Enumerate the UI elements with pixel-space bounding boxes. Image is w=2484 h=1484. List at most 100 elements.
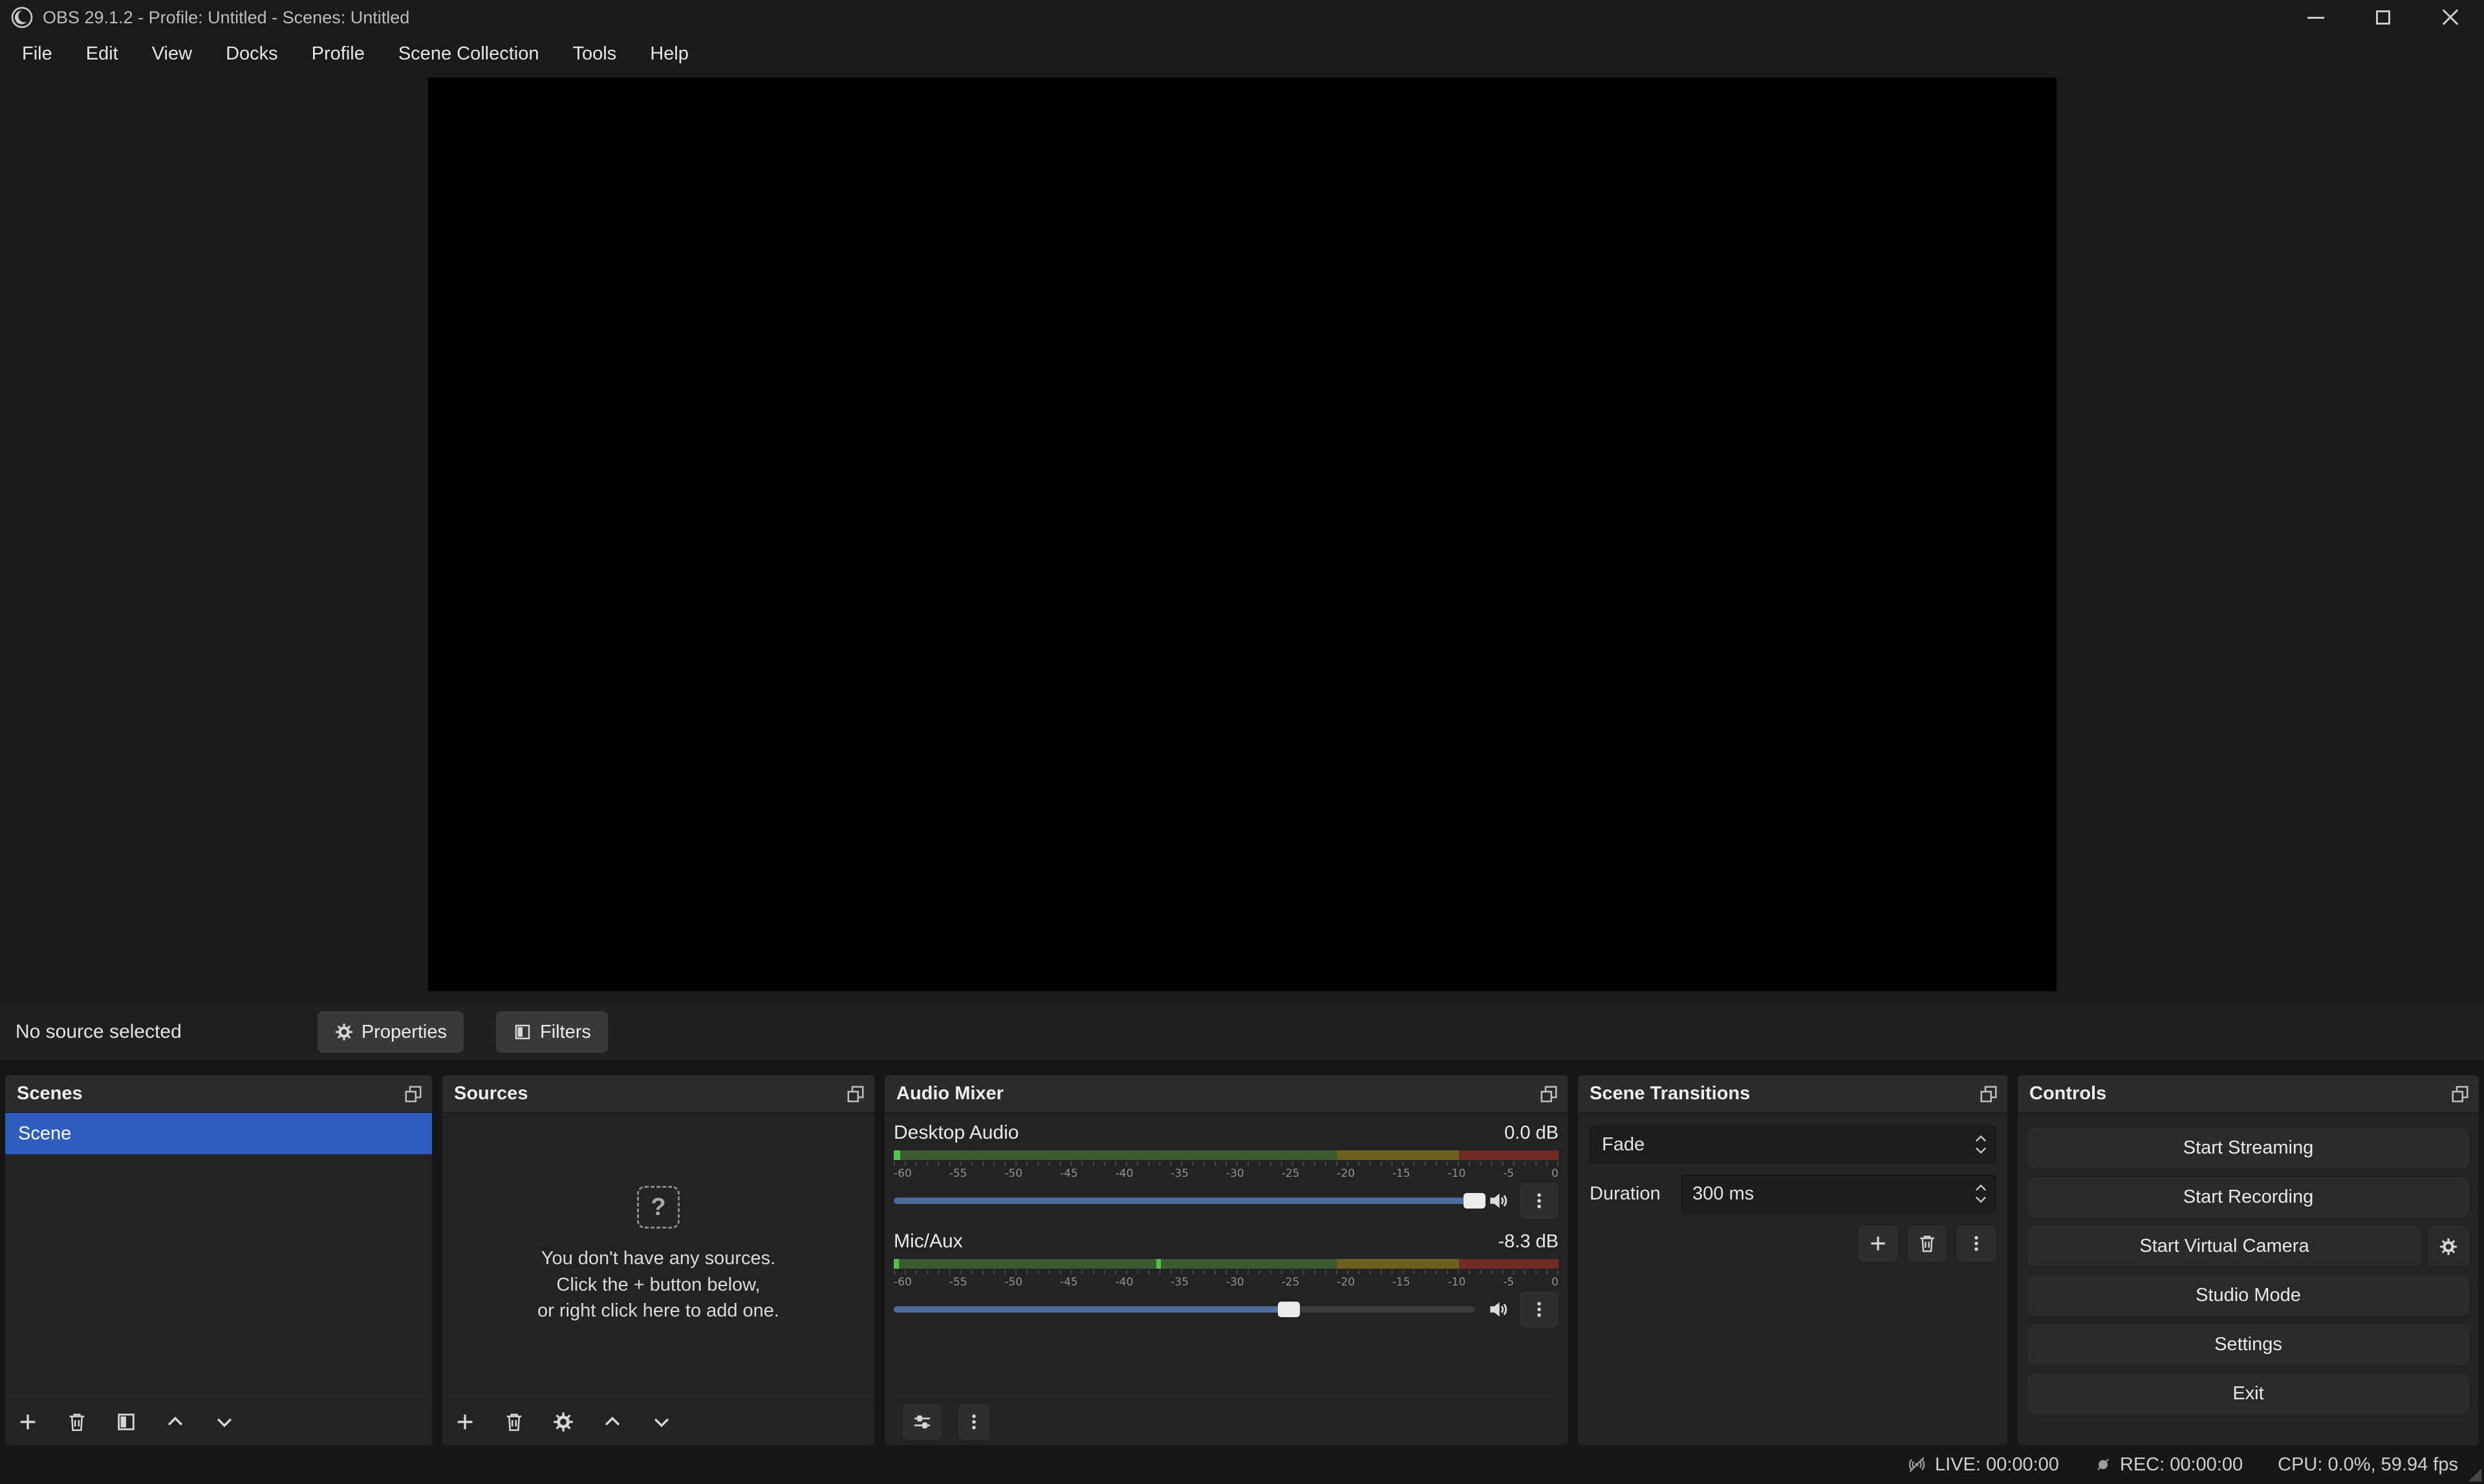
popout-icon[interactable] (846, 1084, 865, 1104)
scenes-list[interactable]: Scene (5, 1113, 432, 1397)
remove-scene-button[interactable] (66, 1411, 88, 1433)
scene-transitions-header[interactable]: Scene Transitions (1578, 1075, 2007, 1113)
scene-name: Scene (18, 1123, 71, 1145)
start-recording-button[interactable]: Start Recording (2028, 1178, 2468, 1217)
dock-scene-transitions: Scene Transitions Fade Du (1578, 1075, 2007, 1445)
preview-area (0, 72, 2484, 1004)
settings-button[interactable]: Settings (2028, 1325, 2468, 1364)
move-scene-down-button[interactable] (213, 1411, 235, 1433)
exit-button[interactable]: Exit (2028, 1374, 2468, 1414)
volume-slider[interactable] (894, 1191, 1474, 1210)
spinbox-arrows-icon[interactable] (1967, 1176, 1995, 1212)
mixer-menu-button[interactable] (958, 1404, 989, 1440)
remove-transition-button[interactable] (1908, 1225, 1947, 1262)
start-streaming-button[interactable]: Start Streaming (2028, 1128, 2468, 1168)
filters-button[interactable]: Filters (496, 1011, 608, 1053)
minimize-icon (2307, 17, 2324, 19)
scenes-toolbar (5, 1397, 432, 1445)
menu-edit[interactable]: Edit (69, 35, 135, 72)
controls-title: Controls (2029, 1083, 2106, 1104)
channel-menu-button[interactable] (1520, 1291, 1559, 1328)
db-tick: -20 (1337, 1167, 1355, 1180)
add-scene-button[interactable] (17, 1411, 39, 1433)
db-tick: 0 (1551, 1276, 1559, 1289)
duration-spinbox[interactable]: 300 ms (1681, 1175, 1996, 1212)
channel-menu-button[interactable] (1520, 1183, 1559, 1219)
window-title: OBS 29.1.2 - Profile: Untitled - Scenes:… (43, 8, 2282, 28)
mute-button[interactable] (1486, 1297, 1511, 1322)
move-scene-up-button[interactable] (164, 1411, 186, 1433)
gear-icon (334, 1022, 354, 1042)
db-tick: -20 (1337, 1276, 1355, 1289)
dock-audio-mixer: Audio Mixer Desktop Audio 0.0 dB (885, 1075, 1568, 1445)
mute-button[interactable] (1486, 1188, 1511, 1213)
minimize-button[interactable] (2282, 0, 2349, 35)
sources-header[interactable]: Sources (442, 1075, 874, 1113)
audio-mixer-header[interactable]: Audio Mixer (885, 1075, 1568, 1113)
sources-title: Sources (454, 1083, 528, 1104)
menu-profile[interactable]: Profile (295, 35, 382, 72)
advanced-audio-button[interactable] (903, 1404, 942, 1440)
resize-grip[interactable] (2468, 1468, 2481, 1481)
mixer-channel-mic-aux: Mic/Aux -8.3 dB -60 -55 -50 -45 -40 (894, 1231, 1559, 1326)
close-button[interactable] (2417, 0, 2484, 35)
virtual-camera-settings-button[interactable] (2428, 1227, 2468, 1266)
menu-file[interactable]: File (5, 35, 69, 72)
duration-value: 300 ms (1692, 1183, 1754, 1205)
channel-name: Mic/Aux (894, 1231, 963, 1253)
properties-button[interactable]: Properties (318, 1011, 464, 1053)
add-source-button[interactable] (454, 1411, 476, 1433)
popout-icon[interactable] (404, 1084, 423, 1104)
slider-handle[interactable] (1463, 1193, 1485, 1209)
db-tick: -60 (894, 1276, 912, 1289)
db-tick: -55 (949, 1167, 967, 1180)
transition-menu-button[interactable] (1957, 1225, 1996, 1262)
add-transition-button[interactable] (1859, 1225, 1897, 1262)
controls-header[interactable]: Controls (2018, 1075, 2479, 1113)
mixer-channel-desktop-audio: Desktop Audio 0.0 dB -60 -55 -50 -45 -40… (894, 1122, 1559, 1218)
cpu-status: CPU: 0.0%, 59.94 fps (2278, 1454, 2458, 1476)
popout-icon[interactable] (1539, 1084, 1559, 1104)
source-toolbar: No source selected P (0, 1004, 2484, 1060)
menu-scene-collection[interactable]: Scene Collection (382, 35, 556, 72)
filters-label: Filters (540, 1022, 591, 1043)
menu-view[interactable]: View (135, 35, 209, 72)
slider-handle[interactable] (1278, 1302, 1300, 1317)
kebab-icon (964, 1412, 984, 1432)
popout-icon[interactable] (1979, 1084, 1998, 1104)
popout-icon[interactable] (2450, 1084, 2470, 1104)
speaker-icon (1486, 1188, 1511, 1213)
plus-icon (1868, 1233, 1888, 1254)
transition-select[interactable]: Fade (1590, 1126, 1996, 1163)
studio-mode-button[interactable]: Studio Mode (2028, 1276, 2468, 1315)
db-tick: -50 (1004, 1167, 1022, 1180)
move-source-up-button[interactable] (601, 1411, 623, 1433)
start-virtual-camera-button[interactable]: Start Virtual Camera (2028, 1227, 2421, 1266)
scene-list-item[interactable]: Scene (5, 1113, 432, 1154)
sources-empty-area[interactable]: ? You don't have any sources. Click the … (442, 1113, 874, 1397)
menu-tools[interactable]: Tools (556, 35, 633, 72)
scenes-header[interactable]: Scenes (5, 1075, 432, 1113)
obs-logo-icon (10, 6, 34, 29)
menu-docks[interactable]: Docks (209, 35, 295, 72)
move-source-down-button[interactable] (651, 1411, 673, 1433)
transition-value: Fade (1602, 1134, 1645, 1156)
db-tick: -55 (949, 1276, 967, 1289)
source-properties-button[interactable] (552, 1411, 574, 1433)
titlebar[interactable]: OBS 29.1.2 - Profile: Untitled - Scenes:… (0, 0, 2484, 35)
gear-icon (2439, 1237, 2458, 1256)
db-tick: -30 (1226, 1167, 1244, 1180)
remove-source-button[interactable] (503, 1411, 525, 1433)
dock-scenes: Scenes Scene (5, 1075, 432, 1445)
program-canvas[interactable] (428, 78, 2057, 991)
window-controls (2282, 0, 2484, 35)
scene-filters-button[interactable] (115, 1411, 137, 1433)
maximize-button[interactable] (2349, 0, 2417, 35)
combo-arrows-icon[interactable] (1967, 1126, 1995, 1163)
channel-name: Desktop Audio (894, 1122, 1019, 1144)
statusbar: LIVE: 00:00:00 REC: 00:00:00 CPU: 0.0%, … (0, 1445, 2484, 1484)
db-tick: -50 (1004, 1276, 1022, 1289)
meter-level-indicator (894, 1259, 899, 1269)
menu-help[interactable]: Help (633, 35, 706, 72)
volume-slider[interactable] (894, 1300, 1474, 1319)
